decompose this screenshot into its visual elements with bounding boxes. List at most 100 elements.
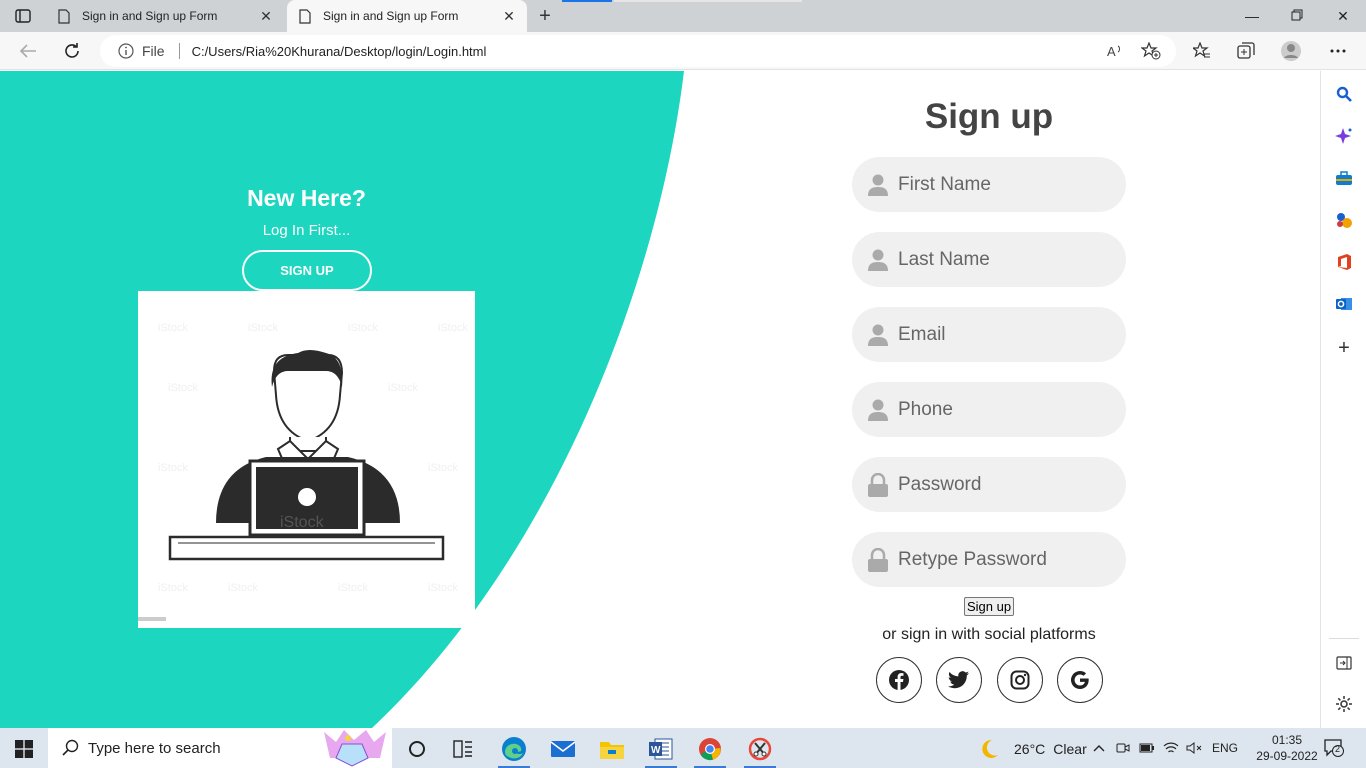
tab-1[interactable]: Sign in and Sign up Form ✕ bbox=[48, 0, 284, 32]
phone-input[interactable] bbox=[898, 398, 1098, 421]
email-input[interactable] bbox=[898, 323, 1098, 346]
svg-text:iStock: iStock bbox=[168, 382, 198, 394]
chevron-up-icon[interactable] bbox=[1091, 740, 1107, 756]
edge-browser-icon[interactable] bbox=[494, 732, 534, 768]
close-tab-icon[interactable]: ✕ bbox=[258, 8, 274, 24]
url-text[interactable]: C:/Users/Ria%20Khurana/Desktop/login/Log… bbox=[192, 44, 487, 59]
info-icon[interactable] bbox=[118, 43, 134, 59]
close-window-icon[interactable]: ✕ bbox=[1333, 6, 1353, 26]
favorites-icon[interactable] bbox=[1191, 40, 1213, 62]
lock-icon bbox=[867, 472, 889, 497]
task-view-icon[interactable] bbox=[397, 732, 437, 766]
close-tab-icon[interactable]: ✕ bbox=[501, 8, 517, 24]
taskbar-search[interactable]: Type here to search bbox=[48, 728, 392, 768]
svg-text:iStock: iStock bbox=[228, 582, 258, 594]
battery-icon[interactable] bbox=[1139, 740, 1155, 756]
address-bar[interactable]: File C:/Users/Ria%20Khurana/Desktop/logi… bbox=[100, 35, 1176, 67]
outlook-icon[interactable] bbox=[1334, 294, 1354, 314]
tab-2-active[interactable]: Sign in and Sign up Form ✕ bbox=[287, 0, 527, 32]
tab-title: Sign in and Sign up Form bbox=[82, 9, 218, 23]
moon-icon bbox=[982, 739, 998, 758]
svg-text:W: W bbox=[651, 745, 661, 756]
panel-heading: New Here? bbox=[247, 185, 366, 211]
user-icon bbox=[867, 323, 889, 347]
lock-icon bbox=[867, 547, 889, 572]
first-name-field[interactable] bbox=[852, 157, 1126, 212]
browser-tab-bar: Sign in and Sign up Form ✕ Sign in and S… bbox=[0, 0, 1366, 32]
google-icon[interactable] bbox=[1057, 657, 1103, 703]
svg-text:iStock: iStock bbox=[158, 322, 188, 334]
svg-text:A: A bbox=[1107, 44, 1116, 59]
sparkle-icon[interactable] bbox=[1334, 126, 1354, 146]
chrome-icon[interactable] bbox=[690, 732, 730, 768]
notification-icon[interactable]: 2 bbox=[1324, 739, 1344, 757]
search-placeholder: Type here to search bbox=[88, 739, 221, 757]
language-indicator[interactable]: ENG bbox=[1212, 741, 1238, 755]
svg-text:iStock: iStock bbox=[248, 322, 278, 334]
password-input[interactable] bbox=[898, 473, 1098, 496]
svg-text:iStock: iStock bbox=[428, 582, 458, 594]
user-icon bbox=[867, 248, 889, 272]
clock-time: 01:35 bbox=[1271, 733, 1303, 747]
collections-icon[interactable] bbox=[1235, 40, 1257, 62]
clock[interactable]: 01:35 29-09-2022 bbox=[1252, 732, 1322, 764]
panel-subtext: Log In First... bbox=[262, 222, 351, 239]
search-icon[interactable] bbox=[1334, 84, 1354, 104]
address-toolbar: File C:/Users/Ria%20Khurana/Desktop/logi… bbox=[0, 32, 1366, 70]
meet-now-icon[interactable] bbox=[1115, 740, 1131, 756]
wifi-icon[interactable] bbox=[1163, 740, 1179, 756]
profile-avatar-icon[interactable] bbox=[1280, 40, 1302, 62]
file-explorer-icon[interactable] bbox=[592, 732, 632, 766]
more-options-icon[interactable] bbox=[1327, 40, 1349, 62]
hide-sidebar-icon[interactable] bbox=[1334, 653, 1354, 673]
web-page: New Here? Log In First... SIGN UP iStock… bbox=[0, 71, 1320, 728]
first-name-input[interactable] bbox=[898, 173, 1098, 196]
signup-submit-button[interactable]: Sign up bbox=[964, 597, 1014, 616]
tab-actions-icon[interactable] bbox=[14, 8, 32, 24]
mail-icon[interactable] bbox=[543, 732, 583, 766]
windows-taskbar: Type here to search W 26°C Clear ENG 01:… bbox=[0, 728, 1366, 768]
browser-sidebar: + bbox=[1320, 71, 1366, 728]
restore-icon[interactable] bbox=[1287, 6, 1307, 26]
email-field[interactable] bbox=[852, 307, 1126, 362]
refresh-icon[interactable] bbox=[61, 40, 83, 62]
weather-widget[interactable]: 26°C Clear bbox=[976, 738, 1087, 760]
svg-text:iStock: iStock bbox=[348, 322, 378, 334]
windows-start-icon[interactable] bbox=[15, 740, 33, 758]
facebook-icon[interactable] bbox=[876, 657, 922, 703]
retype-password-input[interactable] bbox=[898, 548, 1098, 571]
loading-track bbox=[614, 0, 802, 2]
minimize-icon[interactable]: — bbox=[1242, 6, 1262, 26]
tools-icon[interactable] bbox=[1334, 168, 1354, 188]
phone-field[interactable] bbox=[852, 382, 1126, 437]
add-icon[interactable]: + bbox=[1334, 337, 1354, 359]
search-icon bbox=[62, 739, 79, 756]
speaker-muted-icon[interactable] bbox=[1186, 740, 1202, 756]
user-icon bbox=[867, 398, 889, 422]
twitter-icon[interactable] bbox=[936, 657, 982, 703]
signup-toggle-button[interactable]: SIGN UP bbox=[242, 250, 372, 291]
read-aloud-icon[interactable]: A bbox=[1104, 40, 1126, 62]
clock-date: 29-09-2022 bbox=[1256, 749, 1318, 763]
weather-temp: 26°C bbox=[1014, 741, 1046, 757]
add-favorite-icon[interactable] bbox=[1140, 40, 1162, 62]
snipping-tool-icon[interactable] bbox=[740, 732, 780, 768]
retype-password-field[interactable] bbox=[852, 532, 1126, 587]
scheme-label: File bbox=[142, 43, 165, 59]
widgets-icon[interactable] bbox=[443, 732, 483, 766]
separator bbox=[178, 43, 180, 59]
svg-text:iStock: iStock bbox=[338, 582, 368, 594]
svg-text:iStock: iStock bbox=[158, 582, 188, 594]
settings-gear-icon[interactable] bbox=[1334, 694, 1354, 714]
password-field[interactable] bbox=[852, 457, 1126, 512]
back-icon[interactable] bbox=[17, 40, 39, 62]
games-icon[interactable] bbox=[1334, 210, 1354, 230]
last-name-field[interactable] bbox=[852, 232, 1126, 287]
instagram-icon[interactable] bbox=[997, 657, 1043, 703]
last-name-input[interactable] bbox=[898, 248, 1098, 271]
svg-text:iStock: iStock bbox=[158, 462, 188, 474]
word-icon[interactable]: W bbox=[641, 732, 681, 768]
new-tab-icon[interactable]: + bbox=[534, 5, 556, 27]
office-icon[interactable] bbox=[1334, 252, 1354, 272]
svg-text:iStock: iStock bbox=[280, 514, 325, 531]
